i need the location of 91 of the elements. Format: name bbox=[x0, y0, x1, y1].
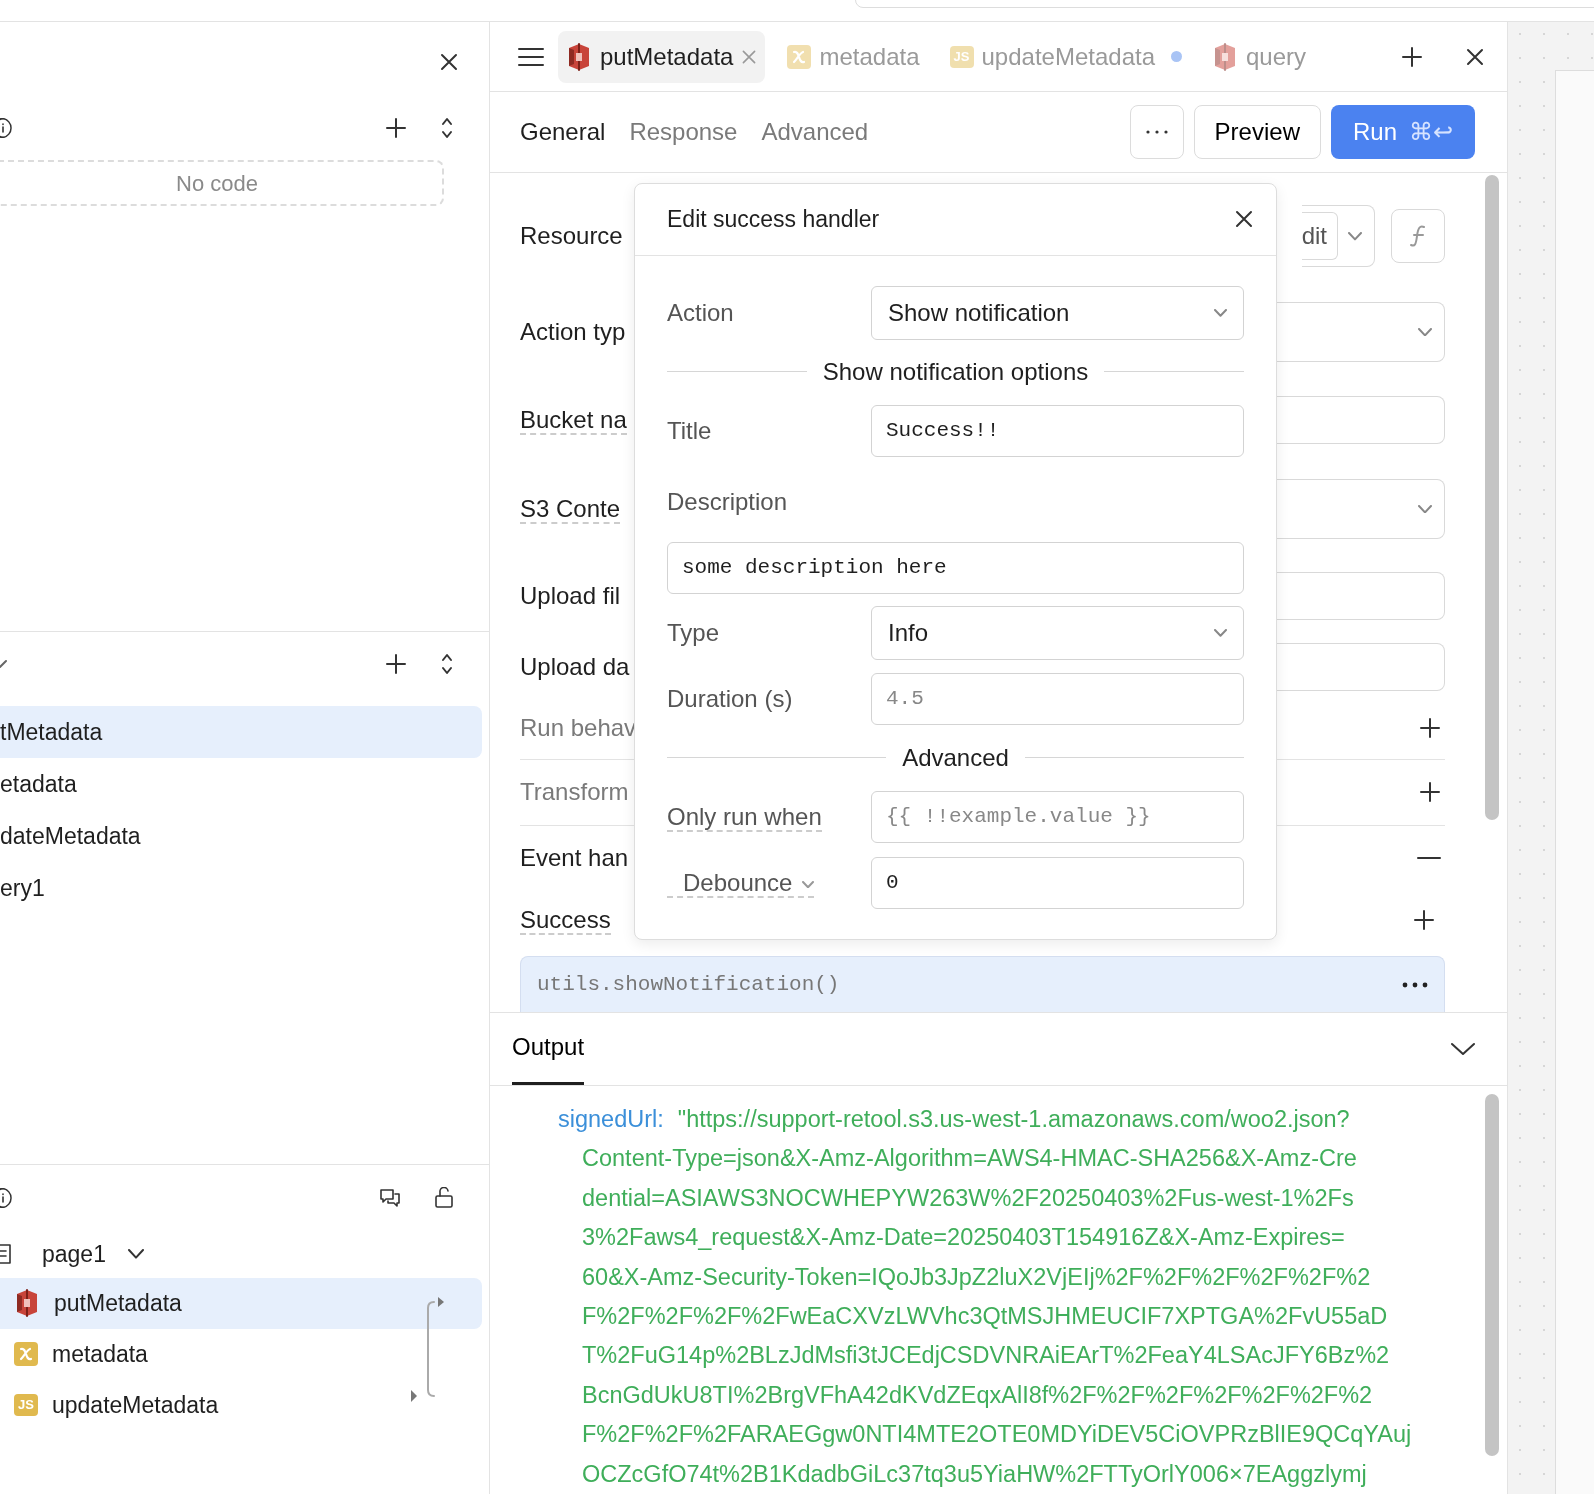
collapse-icon[interactable] bbox=[1417, 855, 1441, 860]
preview-button[interactable]: Preview bbox=[1193, 105, 1321, 159]
text-field[interactable]: some description here bbox=[667, 541, 1244, 594]
json-value: OCZcGfO74t%2B1KdadbGiLc37tq3u5YiaHW%2FTTyOrlY006×7EAggzlymj bbox=[582, 1460, 1367, 1487]
plus-icon[interactable] bbox=[385, 653, 407, 675]
text-field[interactable]: Success!! bbox=[871, 404, 1244, 457]
run-button[interactable]: Run ⌘↩ bbox=[1330, 105, 1475, 159]
tree-item[interactable]: JS updateMetadata bbox=[0, 1379, 482, 1431]
section-heading: Show notification options bbox=[822, 356, 1089, 387]
lock-icon[interactable] bbox=[434, 1187, 454, 1209]
section-heading: Advanced bbox=[902, 742, 1009, 773]
field-label: Only run when bbox=[667, 802, 822, 832]
field-label: Bucket na bbox=[520, 405, 627, 435]
field-label: S3 Conte bbox=[520, 494, 621, 524]
page-name[interactable]: page1 bbox=[42, 1237, 106, 1272]
json-key: signedUrl: bbox=[558, 1105, 664, 1132]
editor-subtab[interactable]: General bbox=[520, 114, 606, 150]
event-handler-row[interactable]: utils.showNotification() bbox=[520, 955, 1445, 1012]
bucket-icon bbox=[14, 1289, 40, 1317]
json-value: F%2F%2F%2F%2FwEaCXVzLWVhc3QtMSJHMEUCIF7XPTGA%2FvU55aD bbox=[582, 1302, 1388, 1329]
query-list-item[interactable]: dateMetadata bbox=[0, 810, 482, 862]
plus-icon[interactable] bbox=[1401, 45, 1423, 68]
output-tab[interactable]: Output bbox=[512, 1012, 585, 1086]
function-icon bbox=[1408, 224, 1428, 249]
json-value: Content-Type=json&X-Amz-Algorithm=AWS4-HMAC-SHA256&X-Amz-Cre bbox=[582, 1145, 1357, 1172]
variable-icon bbox=[787, 44, 812, 69]
field-label: Duration (s) bbox=[667, 683, 794, 714]
variable-icon bbox=[14, 1342, 38, 1366]
editor-subtab[interactable]: Advanced bbox=[761, 114, 869, 150]
json-value: 60&X-Amz-Security-Token=IQoJb3JpZ2luX2VjEIj%2F%2F%2F%2F%2F%2 bbox=[582, 1263, 1371, 1290]
field-label: Upload fil bbox=[520, 581, 621, 609]
query-list-item[interactable]: tMetadata bbox=[0, 706, 482, 758]
chevron-down-icon[interactable] bbox=[0, 658, 8, 670]
select-field[interactable]: Show notification bbox=[871, 285, 1244, 340]
chevron-up-down-icon[interactable] bbox=[440, 116, 454, 140]
field-label: Upload da bbox=[520, 652, 630, 680]
close-icon[interactable] bbox=[1234, 209, 1254, 230]
field-label: Action bbox=[667, 297, 735, 328]
info-icon[interactable] bbox=[0, 1188, 12, 1208]
scrollbar[interactable] bbox=[1485, 1093, 1499, 1456]
comment-icon[interactable] bbox=[379, 1188, 401, 1208]
bucket-icon bbox=[1212, 42, 1238, 71]
text-field[interactable]: 4.5 bbox=[871, 672, 1244, 725]
plus-icon[interactable] bbox=[385, 117, 407, 139]
bucket-icon bbox=[566, 42, 592, 71]
tree-item[interactable]: metadata bbox=[0, 1328, 482, 1380]
more-icon bbox=[1144, 129, 1169, 135]
field-label: Type bbox=[667, 617, 721, 648]
json-value: dential=ASIAWS3NOCWHEPYW263W%2F20250403%2Fus-west-1%2Fs bbox=[582, 1184, 1354, 1211]
plus-icon[interactable] bbox=[1413, 908, 1435, 931]
close-icon[interactable] bbox=[439, 52, 459, 72]
editor-tab[interactable]: putMetadata bbox=[558, 30, 766, 83]
text-field[interactable]: 0 bbox=[871, 856, 1244, 909]
text-field[interactable]: {{ !!example.value }} bbox=[871, 790, 1244, 843]
js-badge: JS bbox=[949, 45, 974, 68]
page-icon bbox=[0, 1243, 14, 1266]
json-value: T%2FuG14p%2BLzJdMsfi3tJCEdjCSDVNRAiEArT%2FeaY4LSAcJFY6Bz%2 bbox=[582, 1342, 1390, 1369]
chevron-down-icon[interactable] bbox=[127, 1249, 144, 1260]
more-icon[interactable] bbox=[1402, 981, 1428, 988]
query-list-item[interactable]: ery1 bbox=[0, 862, 482, 914]
field-label: Event han bbox=[520, 843, 629, 871]
debounce-dropdown[interactable]: Debounce bbox=[667, 868, 815, 898]
field-label: Resource bbox=[520, 222, 623, 250]
json-value: BcnGdUkU8TI%2BrgVFhA42dKVdZEqxAlI8f%2F%2F%2F%2F%2F%2F%2 bbox=[582, 1381, 1373, 1408]
chevron-down-icon[interactable] bbox=[1451, 1041, 1475, 1056]
field-label: Transform bbox=[520, 778, 629, 806]
popup-title: Edit success handler bbox=[667, 205, 881, 235]
field-label: Title bbox=[667, 415, 713, 446]
js-badge: JS bbox=[14, 1394, 38, 1416]
field-label: Description bbox=[667, 486, 789, 517]
plus-icon[interactable] bbox=[1419, 781, 1441, 804]
plus-icon[interactable] bbox=[1419, 717, 1441, 740]
info-icon[interactable] bbox=[0, 118, 12, 138]
handler-code: utils.showNotification() bbox=[537, 972, 841, 999]
editor-subtab[interactable]: Response bbox=[629, 114, 738, 150]
scrollbar[interactable] bbox=[1485, 174, 1499, 820]
unsaved-dot bbox=[1171, 51, 1182, 62]
select-field[interactable]: Info bbox=[871, 605, 1244, 660]
field-label: Run behav bbox=[520, 714, 637, 742]
resource-edit-control[interactable]: dit bbox=[1301, 205, 1375, 268]
menu-icon[interactable] bbox=[518, 46, 544, 67]
chevron-up-down-icon[interactable] bbox=[440, 652, 454, 676]
field-label: Success bbox=[520, 905, 611, 935]
json-value: 3%2Faws4_request&X-Amz-Date=20250403T154916Z&X-Amz-Expires= bbox=[582, 1224, 1345, 1251]
query-list-item[interactable]: etadata bbox=[0, 758, 482, 810]
json-value: F%2F%2F%2FARAEGgw0NTI4MTE2OTE0MDYiDEV5CiOVPRzBlIE9QCqYAuj bbox=[582, 1421, 1412, 1448]
tree-item[interactable]: putMetadata bbox=[0, 1277, 482, 1329]
close-icon[interactable] bbox=[1465, 46, 1485, 67]
edit-button[interactable]: dit bbox=[1301, 212, 1338, 261]
field-label: Action typ bbox=[520, 317, 626, 345]
json-value: "https://support-retool.s3.us-west-1.amazonaws.com/woo2.json? bbox=[677, 1105, 1350, 1132]
